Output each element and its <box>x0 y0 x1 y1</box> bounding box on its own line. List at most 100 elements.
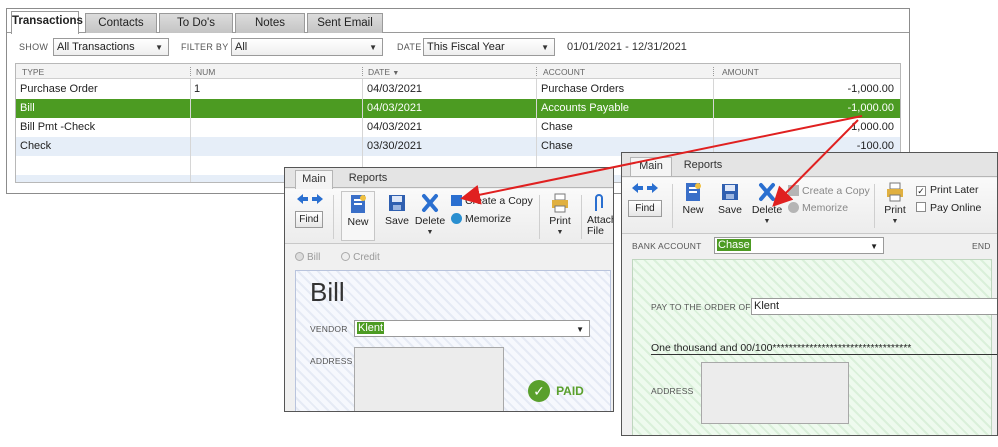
tab-contacts[interactable]: Contacts <box>85 13 157 33</box>
tab-notes[interactable]: Notes <box>235 13 305 33</box>
vendor-value: Klent <box>357 322 385 334</box>
attach-label: Attach File <box>587 214 614 237</box>
tab-transactions[interactable]: Transactions <box>11 11 83 34</box>
nav-arrows[interactable] <box>293 193 327 207</box>
radio-credit-icon <box>341 252 351 261</box>
checkbox-checked-icon: ✓ <box>916 186 926 196</box>
paid-stamp: ✓ PAID <box>528 380 584 402</box>
show-select[interactable]: All Transactions ▼ <box>53 38 169 56</box>
caret-down-icon: ▼ <box>556 229 564 236</box>
payee-select[interactable]: Klent <box>751 298 997 315</box>
nav-arrows[interactable] <box>628 182 662 196</box>
radio-credit[interactable]: Credit <box>341 252 380 263</box>
paid-label: PAID <box>556 384 584 398</box>
print-button[interactable]: Print ▼ <box>880 182 910 225</box>
address-label: ADDRESS <box>651 386 694 396</box>
tab-main[interactable]: Main <box>630 157 672 176</box>
pay-online-checkbox[interactable]: Pay Online <box>916 202 981 215</box>
print-button[interactable]: Print ▼ <box>545 193 575 236</box>
filter-by-select[interactable]: All ▼ <box>231 38 383 56</box>
table-row[interactable]: Bill Pmt -Check 04/03/2021 Chase 1,000.0… <box>16 118 900 137</box>
cell-date: 04/03/2021 <box>367 121 423 133</box>
delete-label: Delete <box>751 204 783 216</box>
bill-window: Main Reports Find New Save Delete ▼ Crea… <box>284 167 614 412</box>
cell-date: 04/03/2021 <box>367 102 423 114</box>
radio-bill-icon <box>295 252 304 261</box>
header-date-label: DATE <box>368 67 391 77</box>
filter-by-label: FILTER BY <box>181 42 229 52</box>
attach-file-button[interactable]: Attach File <box>587 193 614 237</box>
find-button[interactable]: Find <box>295 211 323 228</box>
chevron-down-icon: ▼ <box>870 242 878 251</box>
print-later-checkbox[interactable]: ✓ Print Later <box>916 184 978 197</box>
printer-icon <box>552 193 568 213</box>
chevron-down-icon: ▼ <box>155 43 163 52</box>
table-row-selected[interactable]: Bill 04/03/2021 Accounts Payable -1,000.… <box>16 99 900 118</box>
sort-down-icon: ▼ <box>392 70 400 77</box>
cell-amount: 1,000.00 <box>851 121 894 133</box>
radio-bill-label: Bill <box>307 252 321 263</box>
show-select-value: All Transactions <box>57 41 135 53</box>
new-button[interactable]: New <box>678 182 708 216</box>
save-button[interactable]: Save <box>381 193 413 227</box>
payee-value: Klent <box>754 300 780 312</box>
date-range-text: 01/01/2021 - 12/31/2021 <box>567 41 687 53</box>
caret-down-icon: ▼ <box>891 218 899 225</box>
checkbox-unchecked-icon <box>916 202 926 212</box>
delete-button[interactable]: Delete ▼ <box>413 193 447 236</box>
header-amount[interactable]: AMOUNT <box>722 67 759 77</box>
address-box[interactable] <box>354 347 504 411</box>
header-type[interactable]: TYPE <box>22 67 44 77</box>
address-box[interactable] <box>701 362 849 424</box>
new-button[interactable]: New <box>341 191 375 241</box>
bill-window-tabs: Main Reports <box>285 168 613 189</box>
cell-account: Chase <box>541 121 573 133</box>
tab-reports[interactable]: Reports <box>343 170 393 189</box>
delete-button[interactable]: Delete ▼ <box>750 182 784 225</box>
delete-label: Delete <box>414 215 446 227</box>
cell-account: Accounts Payable <box>541 102 630 114</box>
cell-date: 04/03/2021 <box>367 83 423 95</box>
header-date[interactable]: DATE ▼ <box>368 67 399 77</box>
cell-account: Purchase Orders <box>541 83 625 95</box>
filter-row: SHOW All Transactions ▼ FILTER BY All ▼ … <box>7 37 909 57</box>
save-label: Save <box>385 215 409 227</box>
date-select-value: This Fiscal Year <box>427 41 505 53</box>
tab-to-dos[interactable]: To Do's <box>159 13 233 33</box>
bank-account-select[interactable]: Chase ▼ <box>714 237 884 254</box>
save-button[interactable]: Save <box>714 182 746 216</box>
pay-to-label: PAY TO THE ORDER OF <box>651 302 751 312</box>
date-select[interactable]: This Fiscal Year ▼ <box>423 38 555 56</box>
table-row[interactable]: Purchase Order 1 04/03/2021 Purchase Ord… <box>16 80 900 99</box>
prev-next-arrow-icon <box>297 194 323 204</box>
check-window-tabs: Main Reports <box>622 153 997 177</box>
memorize-button[interactable]: Memorize <box>451 213 511 226</box>
tab-reports[interactable]: Reports <box>678 157 728 176</box>
pay-online-label: Pay Online <box>930 202 982 214</box>
header-num[interactable]: NUM <box>196 67 215 77</box>
date-label: DATE <box>397 42 422 52</box>
tab-bar: Transactions Contacts To Do's Notes Sent… <box>7 9 909 34</box>
chevron-down-icon: ▼ <box>369 43 377 52</box>
tab-sent-email[interactable]: Sent Email <box>307 13 383 33</box>
memorize-icon <box>451 213 462 224</box>
bill-type-radios: Bill Credit <box>295 252 380 263</box>
new-document-icon <box>351 195 366 213</box>
copy-icon <box>788 185 799 196</box>
column-divider <box>190 79 191 182</box>
memorize-button[interactable]: Memorize <box>788 202 848 215</box>
create-copy-button[interactable]: Create a Copy <box>788 185 870 198</box>
filter-by-select-value: All <box>235 41 248 53</box>
bill-toolbar: Find New Save Delete ▼ Create a Copy Mem… <box>285 189 613 244</box>
header-account[interactable]: ACCOUNT <box>543 67 585 77</box>
tab-main[interactable]: Main <box>295 170 333 189</box>
radio-credit-label: Credit <box>353 252 380 263</box>
memorize-icon <box>788 202 799 213</box>
copy-icon <box>451 195 462 206</box>
radio-bill[interactable]: Bill <box>295 252 320 263</box>
chevron-down-icon: ▼ <box>576 325 584 334</box>
create-copy-button[interactable]: Create a Copy <box>451 195 533 208</box>
save-label: Save <box>718 204 742 216</box>
vendor-select[interactable]: Klent ▼ <box>354 320 590 337</box>
find-button[interactable]: Find <box>628 200 662 217</box>
